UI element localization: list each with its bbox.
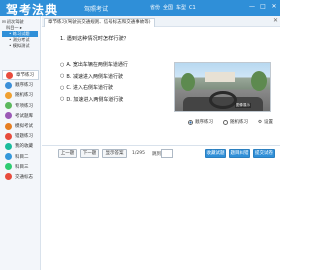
radio-circle-icon: ○ xyxy=(60,61,65,68)
subject-tree: ⊟ 初次驾驶 科目一 ▸ • 练习试题 • 测分考试 • 模拟测试 xyxy=(0,16,40,49)
sidebar-item-signs[interactable]: 交通标志 xyxy=(2,172,39,182)
option-a[interactable]: ○ A. 宽出车辆在两侧车道通行 xyxy=(60,59,130,71)
sidebar-item-label: 模拟考试 xyxy=(15,124,33,130)
close-icon[interactable]: ✕ xyxy=(270,3,278,11)
show-answer-button[interactable]: 显示答案 xyxy=(102,149,127,158)
subject3-icon xyxy=(5,163,12,171)
sidebar-item-label: 章节练习 xyxy=(16,73,34,79)
sidebar-item-favorites[interactable]: 我的收藏 xyxy=(2,141,39,151)
sidebar-item-subject2[interactable]: 科目二 xyxy=(2,152,39,162)
mode-sequence[interactable]: 顺序练习 xyxy=(188,119,213,125)
image-caption: 图像展示 xyxy=(235,103,251,108)
tab-bar: 章节练习(驾驶员交通规则、信号标志和交通事故等) ✕ xyxy=(42,16,280,27)
error-report-button[interactable]: 题目纠错 xyxy=(229,149,250,158)
window-controls: — □ ✕ xyxy=(248,3,278,11)
option-c[interactable]: ○ C. 进入右侧车道行驶 xyxy=(60,82,130,94)
sidebar-item-random[interactable]: 随机练习 xyxy=(2,90,39,100)
mode-label: 顺序练习 xyxy=(195,120,213,125)
maximize-icon[interactable]: □ xyxy=(259,3,267,11)
app-window: 驾考法典 驾照考试 省份 全国 车型 C1 — □ ✕ ⊟ 初次驾驶 科目一 ▸… xyxy=(0,0,280,270)
submit-button[interactable]: 提交试卷 xyxy=(253,149,275,158)
mode-label: 随机练习 xyxy=(230,120,248,125)
sidebar-item-label: 考试题库 xyxy=(15,113,33,119)
sidebar-item-subject3[interactable]: 科目三 xyxy=(2,162,39,172)
scene-building xyxy=(205,72,235,82)
prev-button[interactable]: 上一题 xyxy=(58,149,77,158)
province-label: 省份 xyxy=(150,5,161,11)
option-d[interactable]: ○ D. 加速进入两侧车道行驶 xyxy=(60,94,130,106)
sequence-icon xyxy=(5,81,12,89)
sidebar-item-label: 科目二 xyxy=(15,154,29,160)
random-icon xyxy=(5,91,12,99)
minimize-icon[interactable]: — xyxy=(248,3,256,11)
sidebar-item-label: 专项练习 xyxy=(15,103,33,109)
bank-icon xyxy=(5,112,12,120)
tab-label: 章节练习(驾驶员交通规则、信号标志和交通事故等) xyxy=(48,20,151,25)
collect-button[interactable]: 收藏试题 xyxy=(205,149,226,158)
tab-chapter-practice[interactable]: 章节练习(驾驶员交通规则、信号标志和交通事故等) xyxy=(44,18,155,27)
gear-icon: ⚙ xyxy=(258,119,263,125)
sidebar-nav: 章节练习 顺序练习 随机练习 专项练习 考试题库 模拟考试 错题练习 我的收藏 … xyxy=(2,70,39,182)
car-type-select[interactable]: C1 xyxy=(189,5,196,11)
tree-item-mock-test[interactable]: • 模拟测试 xyxy=(2,43,38,49)
province-select[interactable]: 全国 xyxy=(163,4,173,11)
subject2-icon xyxy=(5,153,12,161)
question-text: 1. 遇到这种情况时怎样行驶？ xyxy=(60,36,129,42)
option-label: B. 减速进入两侧车道行驶 xyxy=(66,73,123,80)
special-icon xyxy=(5,102,12,110)
option-label: C. 进入右侧车道行驶 xyxy=(66,85,114,92)
title-bar: 驾考法典 驾照考试 省份 全国 车型 C1 — □ ✕ xyxy=(0,0,280,17)
settings-button[interactable]: ⚙ 设置 xyxy=(258,119,274,126)
favorites-icon xyxy=(5,142,12,150)
mock-icon xyxy=(5,122,12,130)
page-counter: 1/295 xyxy=(132,151,145,156)
mode-selector: 顺序练习 随机练习 ⚙ 设置 xyxy=(188,119,273,125)
close-tab-icon[interactable]: ✕ xyxy=(273,17,278,24)
scene-tree-right xyxy=(251,71,267,91)
sidebar-item-label: 科目三 xyxy=(15,164,29,170)
app-subtitle: 驾照考试 xyxy=(84,6,109,13)
sidebar-item-special[interactable]: 专项练习 xyxy=(2,101,39,111)
radio-selected-icon xyxy=(188,119,193,125)
radio-circle-icon: ○ xyxy=(60,73,65,80)
errors-icon xyxy=(5,132,12,140)
main-panel: 章节练习(驾驶员交通规则、信号标志和交通事故等) ✕ 1. 遇到这种情况时怎样行… xyxy=(42,16,280,270)
question-image[interactable]: 图像展示 xyxy=(174,62,271,112)
sidebar-item-label: 错题练习 xyxy=(15,134,33,140)
option-b[interactable]: ○ B. 减速进入两侧车道行驶 xyxy=(60,71,130,83)
car-type-label: 车型 xyxy=(176,5,187,11)
option-label: D. 加速进入两侧车道行驶 xyxy=(66,96,124,103)
settings-label: 设置 xyxy=(264,120,274,125)
sidebar-item-label: 顺序练习 xyxy=(15,83,33,89)
answer-options: ○ A. 宽出车辆在两侧车道通行 ○ B. 减速进入两侧车道行驶 ○ C. 进入右侧车… xyxy=(60,59,130,105)
sidebar-item-bank[interactable]: 考试题库 xyxy=(2,111,39,121)
sidebar-item-chapter[interactable]: 章节练习 xyxy=(2,70,39,81)
sidebar-item-mock[interactable]: 模拟考试 xyxy=(2,121,39,131)
scene-tree-left xyxy=(181,73,195,91)
signs-icon xyxy=(5,173,12,181)
chapter-icon xyxy=(6,71,13,79)
radio-circle-icon: ○ xyxy=(60,84,65,91)
radio-circle-icon: ○ xyxy=(60,96,65,103)
steering-wheel-icon xyxy=(209,91,237,109)
bottom-bar: 上一题 下一题 显示答案 1/295 跳到 收藏试题 题目纠错 提交试卷 xyxy=(42,146,280,162)
sidebar-item-sequence[interactable]: 顺序练习 xyxy=(2,80,39,90)
sidebar-item-label: 交通标志 xyxy=(15,174,33,180)
jump-input[interactable] xyxy=(161,149,173,158)
user-settings: 省份 全国 车型 C1 xyxy=(150,4,196,12)
sidebar-item-errors[interactable]: 错题练习 xyxy=(2,131,39,141)
next-button[interactable]: 下一题 xyxy=(80,149,99,158)
option-label: A. 宽出车辆在两侧车道通行 xyxy=(66,62,128,69)
sidebar-item-label: 我的收藏 xyxy=(15,144,33,150)
sidebar: ⊟ 初次驾驶 科目一 ▸ • 练习试题 • 测分考试 • 模拟测试 章节练习 顺… xyxy=(0,16,41,270)
jump-label: 跳到 xyxy=(152,152,161,157)
mode-random[interactable]: 随机练习 xyxy=(223,119,248,125)
sidebar-item-label: 随机练习 xyxy=(15,93,33,99)
radio-icon xyxy=(223,119,228,125)
